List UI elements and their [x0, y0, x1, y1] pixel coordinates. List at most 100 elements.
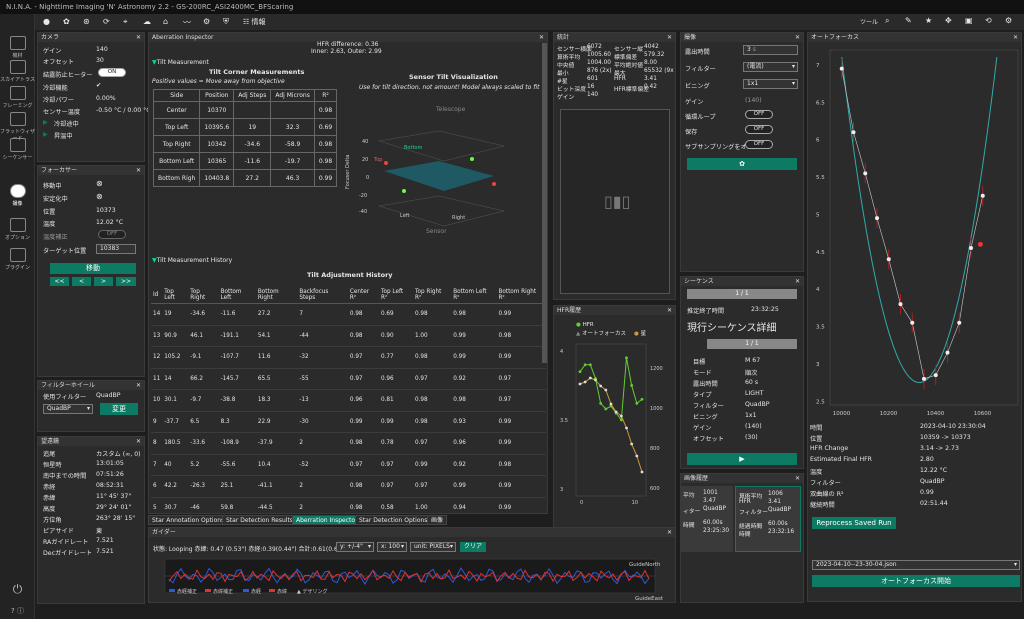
help-icon[interactable]: ? ⓘ	[0, 606, 35, 616]
autofocus-info-value: QuadBP	[920, 478, 945, 485]
autofocus-panel: オートフォーカス ✕ 7 6.5 6 5.5 5 4.5 4 3.5 3 2.5 10000 10200…	[807, 32, 1022, 602]
table-row[interactable]: 7 40 5.2 -55.6 10.4 -52 0.97 0.97 0.99 0.92 0.98	[151, 454, 546, 476]
viz-zlabel: Focuser Delta	[345, 155, 351, 189]
close-icon[interactable]: ✕	[667, 306, 672, 315]
gain-value[interactable]: (140)	[745, 97, 762, 104]
guider-y-scale-select[interactable]: y: +/-4" ▾	[336, 542, 374, 552]
table-row[interactable]: 9 -37.7 6.5 8.3 22.9 -30 0.99 0.99 0.98 0.93 0.99	[151, 411, 546, 433]
switch-icon[interactable]: ⚙	[203, 17, 210, 26]
loop-toggle[interactable]: OFF	[745, 110, 773, 119]
nav-framing[interactable]: フレーミング	[0, 86, 35, 109]
binning-select[interactable]: 1x1 ▾	[743, 79, 798, 89]
scrollbar[interactable]	[542, 43, 547, 363]
af-y-tick: 4	[816, 287, 820, 293]
guider-unit-select[interactable]: unit: PIXELS ▾	[410, 542, 456, 552]
close-icon[interactable]: ✕	[795, 277, 800, 286]
image-history-item-selected[interactable]: 算術平均 1006 HFR 3.41 フィルター QuadBP 経過時間 60.00s 時間 23…	[735, 486, 801, 552]
power-icon[interactable]: ⏻	[0, 582, 35, 597]
nav-sky-atlas[interactable]: スカイアトラス	[0, 60, 35, 83]
telescope-icon[interactable]: ⌖	[123, 17, 128, 27]
reprocess-saved-run-button[interactable]: Reprocess Saved Run	[812, 517, 896, 529]
close-icon[interactable]: ✕	[1013, 33, 1018, 42]
save-toggle[interactable]: OFF	[745, 125, 773, 134]
nav-options[interactable]: オプション	[0, 218, 35, 241]
search-icon[interactable]: ⌕	[885, 16, 889, 26]
step-forward-large-button[interactable]: >>	[116, 277, 136, 286]
filter-select[interactable]: QuadBP ▾	[43, 404, 93, 414]
tab-star-annotation-options[interactable]: Star Annotation Options	[148, 515, 229, 525]
close-icon[interactable]: ✕	[136, 381, 141, 390]
start-sequence-button[interactable]: ▶	[687, 453, 797, 465]
change-filter-button[interactable]: 変更	[100, 403, 138, 415]
dome-icon[interactable]: ⌂	[163, 17, 168, 26]
image-history-item[interactable]: 平均 1001 3.47 ィター QuadBP 時間 60.00s 23:25:30	[681, 486, 733, 552]
tilt-section[interactable]: ▼Tilt Measurement	[152, 59, 209, 66]
cool-play-icon[interactable]: ▶	[43, 119, 48, 126]
nav-imaging[interactable]: 撮像	[0, 184, 35, 207]
af-x-tick: 10200	[880, 411, 898, 417]
guider-x-scale-select[interactable]: x: 100 ▾	[377, 542, 407, 552]
table-row[interactable]: 6 42.2 -26.3 25.1 -41.1 2 0.98 0.97 0.97 0.99 0.99	[151, 475, 546, 498]
nav-equipment[interactable]: 機材	[0, 36, 35, 59]
close-icon[interactable]: ✕	[136, 166, 141, 175]
table-row[interactable]: 13 90.9 46.1 -191.1 54.1 -44 0.98 0.90 1.00 0.99 0…	[151, 325, 546, 347]
corner-cell: Center	[152, 101, 201, 119]
temp-comp-toggle[interactable]: OFF	[98, 230, 126, 239]
star-icon[interactable]: ★	[925, 16, 932, 25]
safety-icon[interactable]: ⛨	[223, 17, 229, 27]
close-icon[interactable]: ✕	[667, 528, 672, 537]
table-row[interactable]: 10 30.1 -9.7 -38.8 18.3 -13 0.96 0.81 0.98 0.98 0.…	[151, 389, 546, 412]
filter-select[interactable]: (電流) ▾	[743, 62, 798, 72]
capture-button[interactable]: ✿	[687, 158, 797, 170]
move-button[interactable]: 移動	[50, 263, 136, 274]
tab-image[interactable]: 画像	[427, 515, 448, 525]
nav-sequencer[interactable]: シーケンサー	[0, 138, 35, 161]
info-tab[interactable]: ☷ 情報	[243, 17, 266, 27]
table-row[interactable]: 11 14 66.2 -145.7 65.5 -55 0.97 0.96 0.97 0.92 0.9…	[151, 368, 546, 390]
close-icon[interactable]: ✕	[136, 437, 141, 446]
close-icon[interactable]: ✕	[795, 33, 800, 42]
history-icon[interactable]: ⟲	[985, 16, 992, 25]
history-section[interactable]: ▼Tilt Measurement History	[152, 257, 232, 264]
close-icon[interactable]: ✕	[795, 474, 800, 483]
stat-value: 8.00	[644, 60, 657, 66]
step-back-large-button[interactable]: <<	[50, 277, 69, 286]
table-row[interactable]: 14 19 -34.6 -11.6 27.2 7 0.98 0.69 0.98 0.98 0.99	[151, 303, 546, 326]
image-icon[interactable]: ▣	[965, 16, 973, 25]
sequence-field-value: (140)	[745, 423, 762, 430]
exposure-input[interactable]: 3 s	[743, 45, 798, 55]
warm-play-icon[interactable]: ▶	[43, 131, 48, 138]
step-forward-button[interactable]: >	[94, 277, 113, 286]
tab-aberration-inspector[interactable]: Aberration Inspector	[292, 515, 362, 525]
cross-icon[interactable]: ✥	[945, 16, 952, 25]
subsample-toggle[interactable]: OFF	[745, 140, 773, 149]
tab-star-detection-results[interactable]: Star Detection Results	[222, 515, 297, 525]
start-autofocus-button[interactable]: オートフォーカス開始	[812, 575, 1020, 587]
table-row[interactable]: 5 30.7 -46 59.8 -44.5 2 0.98 0.58 1.00 0.94 0.99	[151, 497, 546, 513]
focuser-icon[interactable]: ⊛	[83, 17, 90, 26]
clear-guider-button[interactable]: クリア	[460, 542, 486, 552]
rotator-icon[interactable]: ⟳	[103, 17, 110, 26]
weather-icon[interactable]: ☁	[143, 17, 151, 26]
settings-icon[interactable]: ⚙	[1005, 16, 1012, 25]
camera-icon[interactable]: ●	[43, 17, 50, 26]
sequence-field-label: フィルター	[693, 403, 724, 410]
hfr-point	[630, 384, 634, 387]
close-icon[interactable]: ✕	[539, 33, 544, 42]
target-position-input[interactable]: 10383	[96, 244, 136, 254]
table-row[interactable]: 8 180.5 -33.6 -108.9 -37.9 2 0.98 0.78 0.97 0.96 0…	[151, 432, 546, 455]
history-title: Tilt Adjustment History	[307, 271, 393, 279]
corner-cell: 0.98	[313, 135, 338, 153]
guider-icon[interactable]: 〰	[183, 17, 191, 28]
nav-plugins[interactable]: プラグイン	[0, 248, 35, 271]
dew-heater-toggle[interactable]: ON	[98, 68, 126, 77]
brush-icon[interactable]: ✎	[905, 16, 912, 25]
table-row[interactable]: 12 105.2 -9.1 -107.7 11.6 -32 0.97 0.77 0.98 0.99…	[151, 346, 546, 369]
step-back-button[interactable]: <	[72, 277, 91, 286]
autofocus-file-select[interactable]: 2023-04-10--23-30-04.json ▾	[812, 560, 1020, 570]
filterwheel-icon[interactable]: ✿	[63, 17, 70, 26]
close-icon[interactable]: ✕	[667, 33, 672, 42]
close-icon[interactable]: ✕	[136, 33, 141, 42]
tools-label[interactable]: ツール	[860, 17, 878, 26]
tab-star-detection-options[interactable]: Star Detection Options	[355, 515, 432, 525]
